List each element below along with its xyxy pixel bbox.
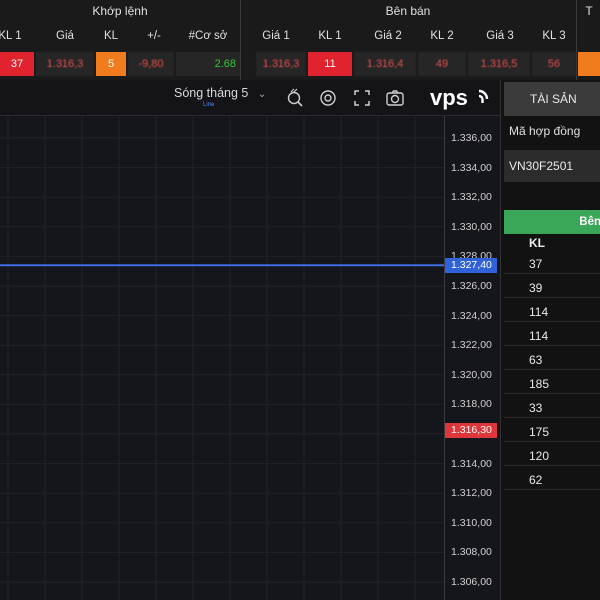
price-axis-tick: 1.324,00 [451, 309, 492, 322]
kl-value: 120 [529, 449, 550, 463]
vps-logo: vps [430, 83, 494, 113]
kl-value: 37 [529, 257, 543, 271]
kl-value: 33 [529, 401, 543, 415]
cell-price: 1.316,3 [36, 52, 94, 76]
kl-row: 63 [504, 350, 600, 370]
cell-ask-price-2: 1.316,4 [354, 52, 416, 76]
header-price: Giá [56, 30, 74, 42]
price-axis-tick: 1.308,00 [451, 546, 492, 559]
cell-volume: 5 [96, 52, 126, 76]
cell-ask-vol-2: 49 [418, 52, 466, 76]
price-axis-tick: 1.312,00 [451, 487, 492, 500]
price-axis-tick: 1.322,00 [451, 339, 492, 352]
wave-select-sub: Line [203, 102, 215, 108]
price-chart[interactable]: Sóng tháng 5 ⌄ Line vps 1.336,00 1.334,00… [0, 80, 500, 600]
price-axis-tick: 1.314,00 [451, 457, 492, 470]
kl-row: 33 [504, 398, 600, 418]
header-basis: #Cơ sở [188, 30, 228, 42]
price-axis[interactable]: 1.336,00 1.334,00 1.332,00 1.330,00 1.328,00… [444, 116, 500, 600]
price-axis-tick: 1.318,00 [451, 398, 492, 411]
kl-value: 114 [529, 329, 549, 343]
group-trailing: T [585, 4, 593, 18]
kl-row: 114 [504, 302, 600, 322]
indicator-icon[interactable] [285, 88, 305, 108]
header-ask-vol-2: KL 2 [430, 30, 454, 42]
price-axis-tick: 1.320,00 [451, 368, 492, 381]
current-price-tag: 1.327,40 [445, 258, 497, 274]
cell-bid-kl1: 37 [0, 52, 34, 76]
vps-logo-text: vps [430, 85, 468, 110]
chart-toolbar: Sóng tháng 5 ⌄ Line vps [0, 80, 500, 116]
price-axis-tick: 1.330,00 [451, 220, 492, 233]
price-board: Khớp lệnh Bên bán T KL 1 Giá KL +/- #Cơ … [0, 0, 600, 80]
wave-select[interactable]: Sóng tháng 5 ⌄ Line [174, 86, 267, 108]
cell-ask-vol-1: 11 [308, 52, 352, 76]
kl-value: 185 [529, 377, 550, 391]
cell-change: -9,80 [128, 52, 174, 76]
header-ask-price-2: Giá 2 [374, 30, 402, 42]
group-matched: Khớp lệnh [92, 4, 148, 18]
header-bid-kl1: KL 1 [0, 30, 22, 42]
kl-value: 63 [529, 353, 543, 367]
price-axis-tick: 1.332,00 [451, 191, 492, 204]
camera-icon[interactable] [385, 88, 405, 108]
price-axis-tick: 1.310,00 [451, 516, 492, 529]
header-ask-price-1: Giá 1 [262, 30, 290, 42]
kl-value: 114 [529, 305, 549, 319]
kl-row: 39 [504, 278, 600, 298]
kl-header: KL [529, 236, 545, 250]
cell-ask-vol-3: 56 [532, 52, 576, 76]
chevron-down-icon: ⌄ [257, 89, 267, 100]
cell-ask-price-3: 1.316,5 [468, 52, 530, 76]
group-divider [576, 0, 577, 80]
cell-basis: 2.68 [176, 52, 240, 76]
kl-value: 39 [529, 281, 543, 295]
kl-row: 175 [504, 422, 600, 442]
kl-row: 185 [504, 374, 600, 394]
kl-row: 37 [504, 254, 600, 274]
fullscreen-icon[interactable] [352, 88, 372, 108]
cell-ask-price-1: 1.316,3 [256, 52, 306, 76]
header-change: +/- [147, 30, 161, 42]
header-volume: KL [103, 30, 119, 42]
contract-value[interactable]: VN30F2501 [504, 150, 600, 182]
tab-assets[interactable]: TÀI SẢN [504, 82, 600, 116]
chart-plot-area[interactable] [0, 116, 444, 600]
chart-grid [0, 116, 444, 600]
kl-value: 175 [529, 425, 550, 439]
settings-icon[interactable] [318, 88, 338, 108]
price-axis-tick: 1.336,00 [451, 132, 492, 144]
group-ask: Bên bán [385, 4, 431, 18]
kl-row: 62 [504, 470, 600, 490]
kl-row: 120 [504, 446, 600, 466]
last-price-tag: 1.316,30 [445, 422, 497, 438]
kl-value: 62 [529, 473, 543, 487]
header-ask-vol-1: KL 1 [318, 30, 342, 42]
price-axis-tick: 1.334,00 [451, 161, 492, 174]
kl-row: 114 [504, 326, 600, 346]
right-panel: TÀI SẢN Mã hợp đồng VN30F2501 Bên KL 37 3… [500, 80, 600, 600]
wave-select-label: Sóng tháng 5 [174, 86, 249, 100]
header-ask-vol-3: KL 3 [542, 30, 566, 42]
cell-trailing [578, 52, 600, 76]
price-axis-tick: 1.326,00 [451, 280, 492, 292]
price-axis-tick: 1.306,00 [451, 576, 492, 588]
header-ask-price-3: Giá 3 [486, 30, 514, 42]
side-header: Bên [504, 210, 600, 234]
contract-label: Mã hợp đồng [509, 124, 581, 138]
